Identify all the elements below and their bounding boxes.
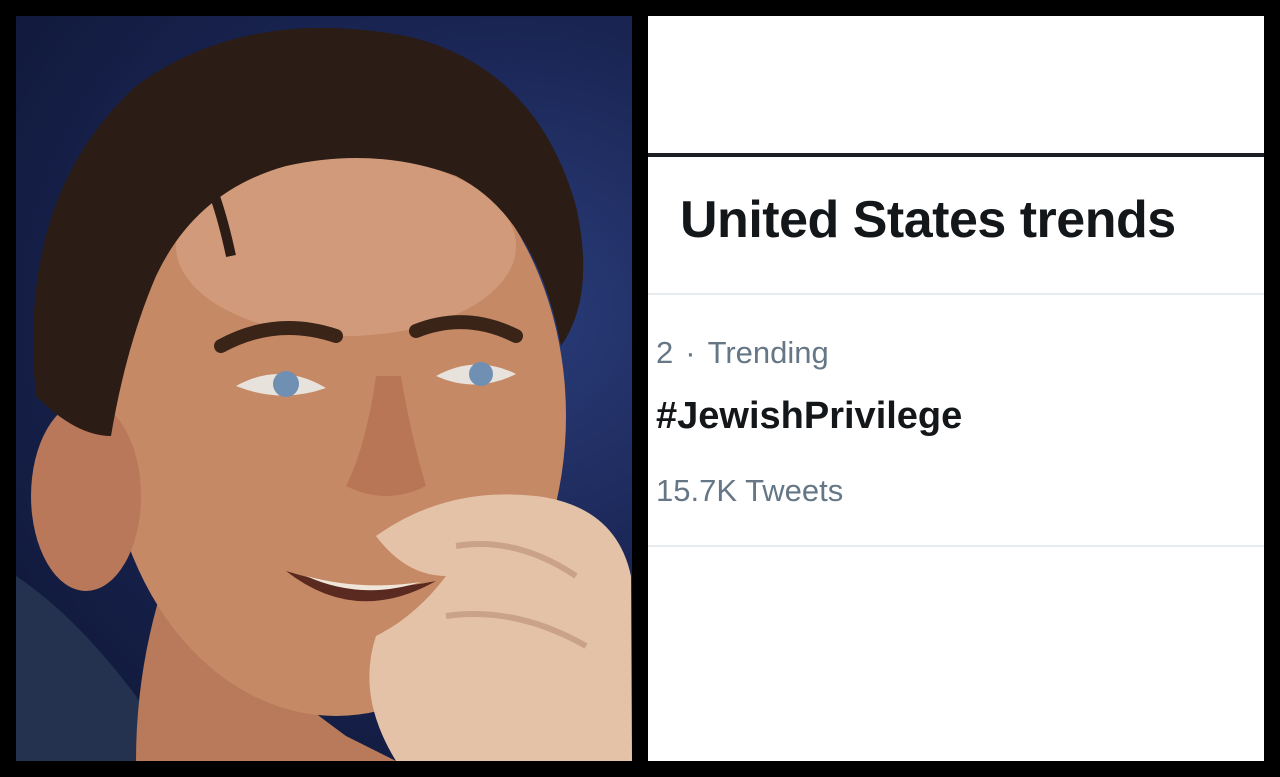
trend-hashtag[interactable]: #JewishPrivilege bbox=[656, 397, 962, 435]
trend-meta: 2 · Trending bbox=[656, 337, 829, 368]
trends-title: United States trends bbox=[680, 191, 1176, 249]
trend-separator: · bbox=[685, 335, 696, 370]
collage: United States trends 2 · Trending #JewishP… bbox=[0, 0, 1280, 777]
portrait-illustration bbox=[16, 27, 632, 761]
header-divider bbox=[648, 153, 1264, 157]
portrait-photo bbox=[16, 16, 632, 761]
trend-item[interactable]: 2 · Trending #JewishPrivilege 15.7K Tweets bbox=[648, 295, 1264, 545]
trend-divider bbox=[648, 545, 1264, 547]
trend-tweet-count: 15.7K Tweets bbox=[656, 473, 844, 508]
trend-context: Trending bbox=[707, 335, 829, 370]
trends-panel: United States trends 2 · Trending #JewishP… bbox=[648, 16, 1264, 761]
trend-rank: 2 bbox=[656, 335, 674, 370]
